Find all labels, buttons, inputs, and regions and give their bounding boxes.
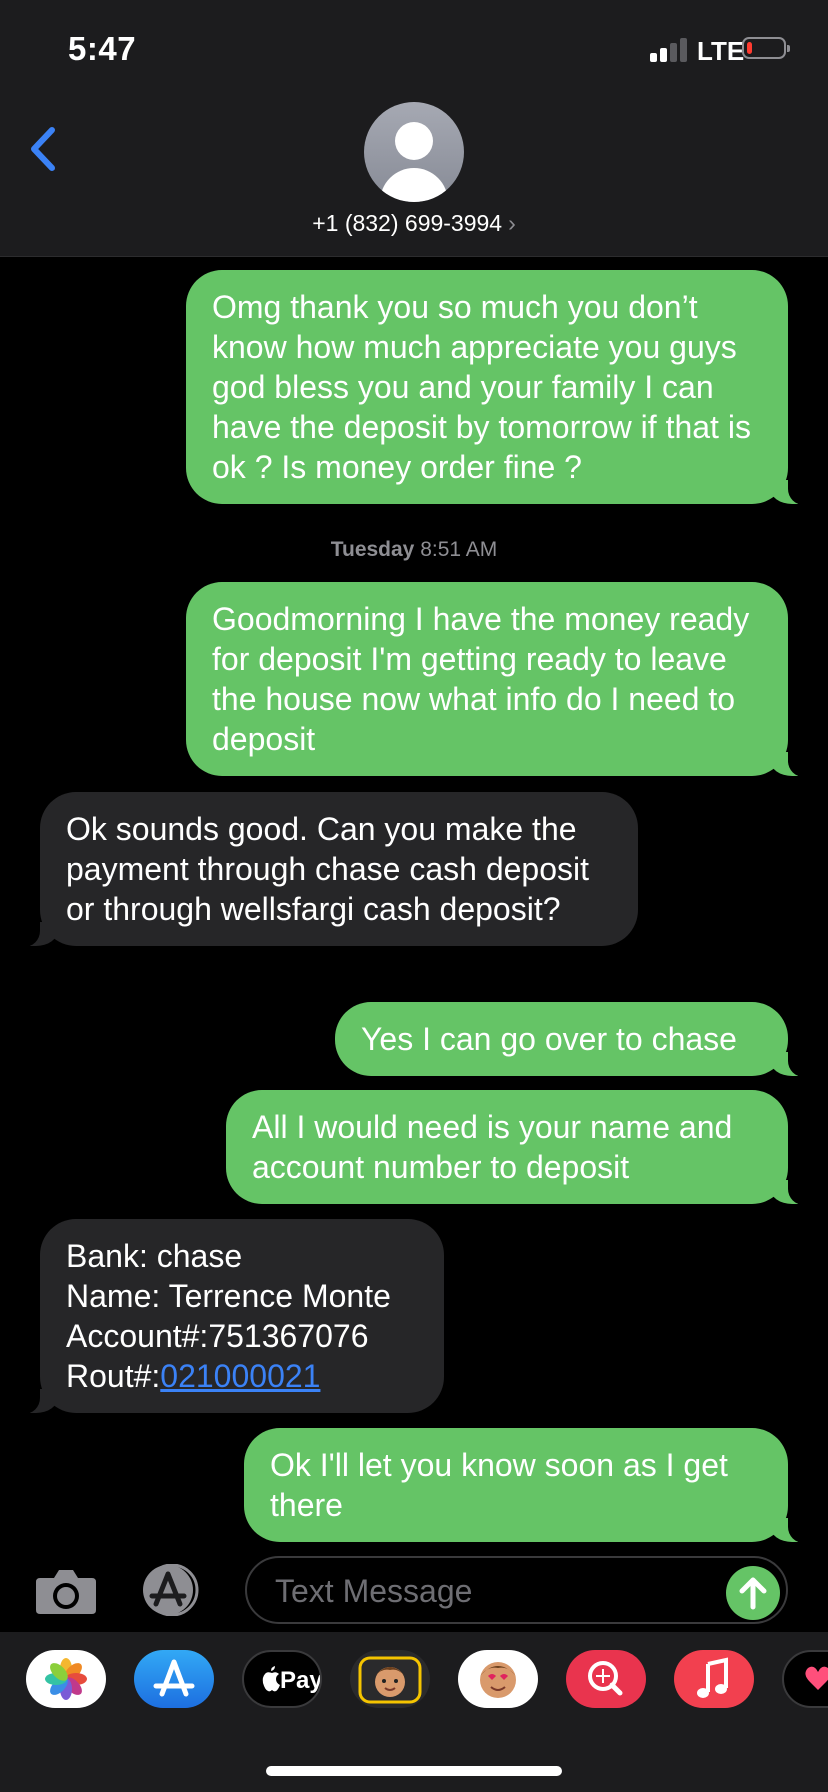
message-text: Ok I'll let you know soon as I get there [270, 1447, 728, 1523]
apps-button[interactable] [138, 1563, 212, 1617]
chevron-left-icon [31, 127, 55, 171]
app-store-icon[interactable] [134, 1650, 214, 1708]
photos-icon[interactable] [26, 1650, 106, 1708]
message-text: Ok sounds good. Can you make the payment… [66, 811, 589, 927]
name-line: Name: Terrence Monte [66, 1278, 391, 1314]
routing-number-link[interactable]: 021000021 [160, 1358, 320, 1394]
bank-line: Bank: chase [66, 1238, 243, 1274]
timestamp-day: Tuesday [330, 538, 415, 561]
home-indicator[interactable] [266, 1766, 562, 1776]
back-button[interactable] [26, 126, 60, 172]
message-input[interactable] [273, 1570, 697, 1612]
web-images-icon[interactable] [566, 1650, 646, 1708]
apple-pay-label: Pay [280, 1667, 322, 1694]
battery-icon [742, 37, 790, 59]
send-button[interactable] [726, 1566, 780, 1620]
message-text: Yes I can go over to chase [361, 1021, 737, 1057]
contact-number: +1 (832) 699-3994 [312, 210, 503, 236]
routing-label: Rout#: [66, 1358, 161, 1394]
network-type: LTE [697, 36, 745, 66]
memoji-icon[interactable] [350, 1650, 430, 1708]
account-line: Account#:751367076 [66, 1318, 369, 1354]
camera-button[interactable] [34, 1566, 98, 1616]
animoji-icon[interactable] [458, 1650, 538, 1708]
camera-icon [36, 1570, 96, 1614]
message-text: All I would need is your name and accoun… [252, 1109, 733, 1185]
message-text: Goodmorning I have the money ready for d… [212, 601, 750, 757]
message-bubble-received[interactable]: Ok sounds good. Can you make the payment… [14, 792, 638, 947]
message-bubble-received[interactable]: Bank: chase Name: Terrence Monte Account… [14, 1219, 444, 1414]
arrow-up-icon [739, 1577, 767, 1610]
message-bubble-sent[interactable]: Ok I'll let you know soon as I get there [244, 1428, 814, 1543]
contact-name-button[interactable]: +1 (832) 699-3994 › [0, 210, 828, 237]
app-store-icon [143, 1563, 199, 1617]
contact-avatar[interactable] [364, 102, 464, 202]
message-text: Omg thank you so much you don’t know how… [212, 289, 751, 485]
message-bubble-sent[interactable]: All I would need is your name and accoun… [226, 1090, 814, 1205]
message-input-field[interactable] [245, 1556, 788, 1624]
routing-line: Rout#:021000021 [66, 1356, 418, 1396]
signal-icon [650, 38, 690, 62]
message-timestamp: Tuesday 8:51 AM [0, 538, 828, 562]
chevron-right-icon: › [508, 210, 516, 236]
timestamp-time: 8:51 AM [420, 538, 498, 561]
message-bubble-sent[interactable]: Yes I can go over to chase [335, 1002, 814, 1077]
status-time: 5:47 [68, 30, 137, 67]
message-bubble-sent[interactable]: Omg thank you so much you don’t know how… [186, 270, 814, 505]
apple-pay-icon[interactable]: Pay [242, 1650, 322, 1708]
music-icon[interactable] [674, 1650, 754, 1708]
message-bubble-sent[interactable]: Goodmorning I have the money ready for d… [186, 582, 814, 777]
